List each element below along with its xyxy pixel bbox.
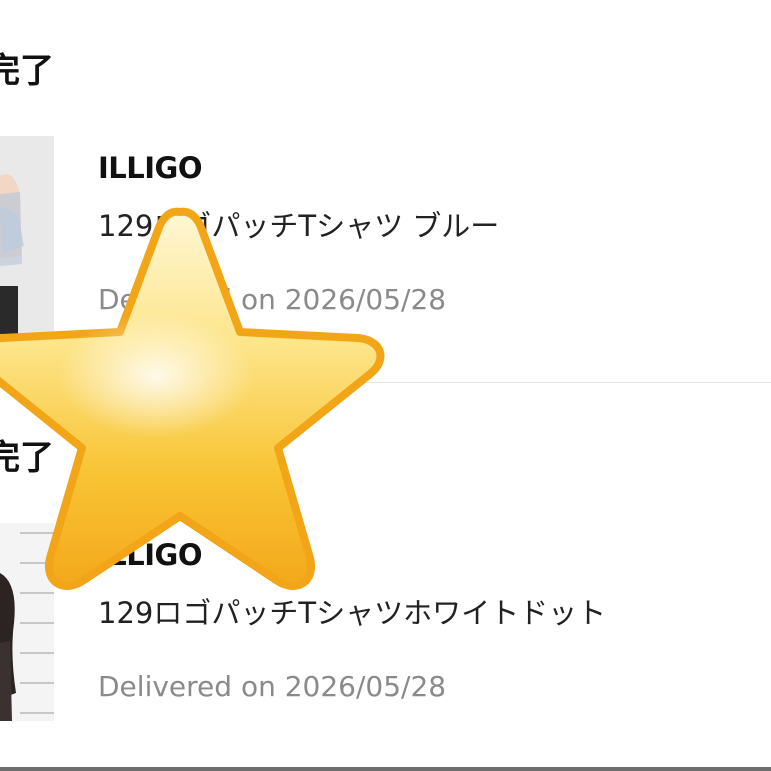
order-status-label: 完了 (0, 51, 54, 91)
star-icon (0, 200, 390, 600)
bottom-bar (0, 767, 771, 771)
item-title[interactable]: 129ロゴパッチTシャツホワイトドット (98, 599, 606, 628)
delivery-status: Delivered on 2026/05/28 (98, 670, 447, 703)
item-brand: ILLIGO (98, 151, 203, 185)
